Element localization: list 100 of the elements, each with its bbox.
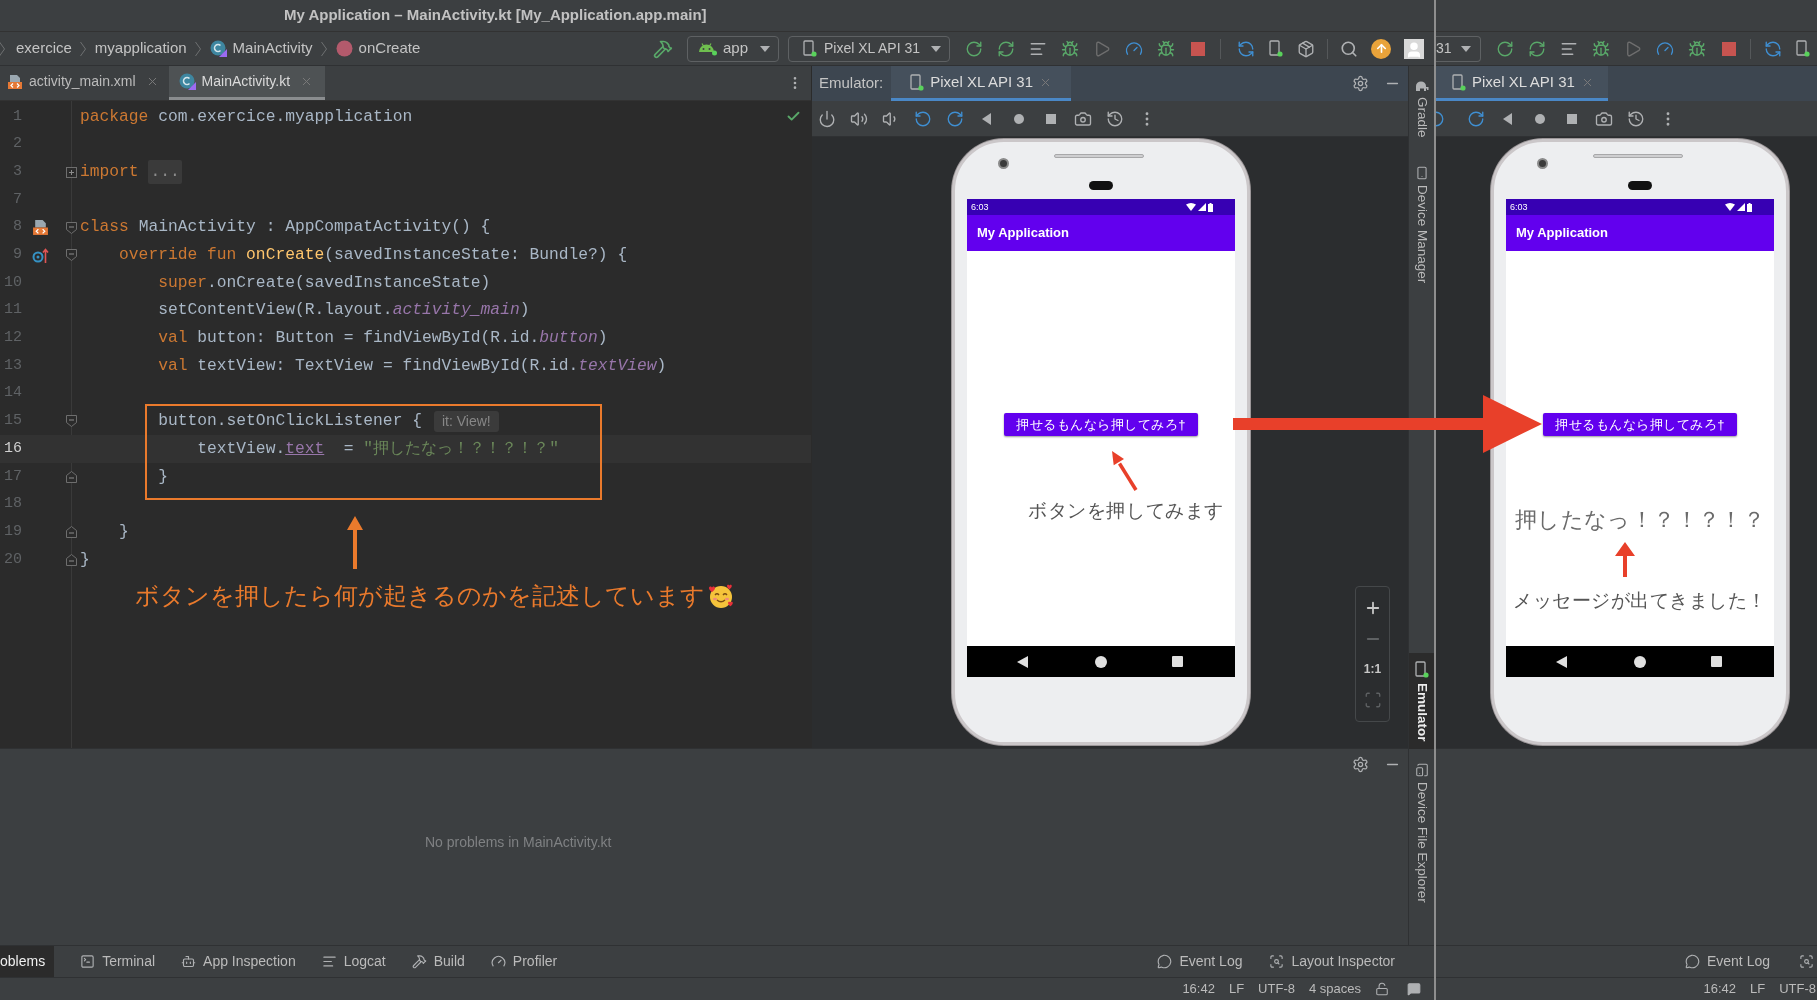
code-line: } [158,465,168,488]
camera-icon[interactable] [1074,109,1092,128]
update-icon[interactable] [1371,38,1391,59]
device-dropdown[interactable]: Pixel XL API 31 [788,35,950,62]
tool-window-tab[interactable]: oblems [0,946,55,977]
code-line: package com.exercice.myapplication [80,105,413,128]
fit-screen-icon[interactable] [1363,690,1382,709]
breadcrumb-item[interactable]: exercice [16,37,72,60]
unlock-icon[interactable] [1375,982,1389,996]
bug-icon[interactable] [1688,39,1706,58]
home-icon[interactable] [1634,655,1646,668]
bug-icon[interactable] [1061,39,1079,58]
breadcrumb-item[interactable]: MainActivity [209,37,313,60]
tool-window-tab[interactable]: App Inspection [181,946,296,977]
stop-icon[interactable] [1189,39,1207,58]
status-item[interactable]: UTF-8 [1779,979,1816,999]
camera-icon[interactable] [1595,109,1613,128]
refresh-icon[interactable] [997,39,1015,58]
box-icon[interactable] [1297,39,1315,58]
override-icon[interactable] [32,246,49,264]
circular-arrow-icon[interactable] [965,39,983,58]
gauge-icon[interactable] [1125,39,1143,58]
code-line: } [119,520,129,543]
refresh-icon[interactable] [1764,39,1782,58]
run-config-dropdown[interactable]: app [687,35,779,62]
line-number: 18 [4,494,22,515]
wifi-icon [1186,203,1196,211]
search-icon[interactable] [1340,39,1358,58]
settings-icon[interactable] [1352,755,1369,773]
tool-window-tab[interactable]: Logcat [321,946,386,977]
rotate-left-icon[interactable] [914,109,932,128]
circular-arrow-icon[interactable] [1496,39,1514,58]
bug-icon[interactable] [1157,39,1175,58]
fold-icon[interactable] [65,526,77,539]
bug-icon[interactable] [1592,39,1610,58]
power-icon[interactable] [818,109,836,128]
status-item[interactable]: 16:42 [1182,979,1215,999]
code-line: val button: Button = findViewById(R.id.button) [158,327,608,350]
fold-icon[interactable] [65,415,77,428]
magnifier-icon [1799,954,1814,969]
status-item[interactable]: LF [1750,979,1766,999]
side-tool-tab[interactable]: Device Manager [1409,157,1435,291]
breadcrumb-item[interactable]: onCreate [335,37,421,60]
history-icon[interactable] [1106,109,1124,128]
editor-tab[interactable]: activity_main.xml [0,66,169,100]
rotate-left-icon[interactable] [1436,109,1445,128]
tool-window-tab[interactable]: Event Log [1684,946,1770,977]
code-line: override fun onCreate(savedInstanceState: Bundle?) { [119,244,628,267]
breadcrumb-item[interactable]: myapplication [94,37,187,60]
status-item[interactable]: 4 spaces [1308,979,1361,999]
hammer-icon[interactable] [653,38,673,59]
status-item[interactable]: 16:42 [1703,979,1736,999]
notification-icon[interactable] [1407,982,1421,996]
status-item[interactable]: UTF-8 [1258,979,1295,999]
app-button[interactable]: 押せるもんなら押してみろ† [1004,413,1198,436]
inlay-hint: it: View! [433,410,499,432]
tool-window-tab[interactable]: Event Log [1157,946,1243,977]
tool-window-tab[interactable]: Layout Inspector [1269,946,1395,977]
home-icon[interactable] [1095,655,1107,668]
device-tab[interactable]: Pixel XL API 31 [891,66,1072,101]
side-tool-tab[interactable]: Device File Explorer [1409,755,1435,912]
app-button[interactable]: 押せるもんなら押してみろ† [1543,413,1737,436]
expand-icon[interactable] [65,166,77,178]
volume-up-icon[interactable] [850,109,868,128]
tool-window-tab[interactable]: Terminal [80,946,156,977]
line-number: 16 [4,438,22,459]
fold-icon[interactable] [65,470,77,483]
battery-icon [1747,202,1752,212]
rotate-right-icon[interactable] [946,109,964,128]
rotate-right-icon[interactable] [1467,109,1485,128]
stop-icon[interactable] [1720,39,1738,58]
annotation-arrow [1109,448,1139,492]
gauge-icon[interactable] [1656,39,1674,58]
play-icon[interactable] [1624,39,1642,58]
refresh-icon[interactable] [1237,39,1255,58]
play-icon[interactable] [1093,39,1111,58]
refresh-icon[interactable] [1528,39,1546,58]
fold-icon[interactable] [65,553,77,566]
result-message: 押したなっ！？！？！？ [1514,508,1766,532]
device-tab[interactable]: Pixel XL API 31 [1436,66,1608,101]
back-icon[interactable] [1017,655,1028,668]
tool-window-tab[interactable]: Profiler [490,946,558,977]
fold-icon[interactable] [65,249,77,262]
avatar-icon[interactable] [1404,38,1424,59]
device-dropdown[interactable]: 31 [1436,35,1481,62]
code-line: super.onCreate(savedInstanceState) [158,271,491,294]
side-tool-tab[interactable]: Emulator [1409,652,1435,750]
settings-icon[interactable] [1352,75,1369,92]
phone-icon [1452,73,1466,91]
status-item[interactable]: LF [1228,979,1245,999]
phone-icon [1269,40,1283,57]
side-tool-tab[interactable]: Gradle [1409,72,1435,146]
back-icon[interactable] [1556,655,1567,668]
actual-size-button[interactable]: 1:1 [1363,660,1382,679]
signal-icon [1198,203,1206,211]
history-icon[interactable] [1627,109,1645,128]
folded-code[interactable]: ... [148,160,182,185]
editor-tab[interactable]: MainActivity.kt [168,66,326,100]
tool-window-tab[interactable]: Build [411,946,465,977]
fold-icon[interactable] [65,221,77,234]
